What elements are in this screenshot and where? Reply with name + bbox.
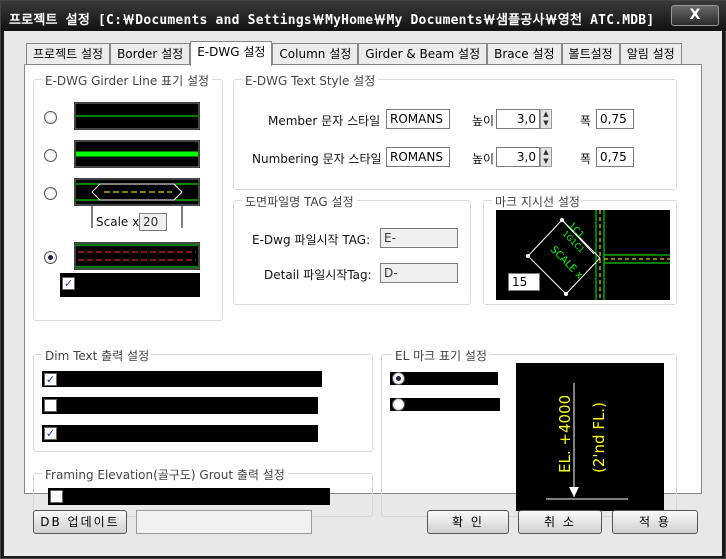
- detail-tag-label: Detail 파일시작Tag:: [264, 268, 372, 282]
- tab-border[interactable]: Border 설정: [110, 43, 191, 65]
- scale-label: Scale x: [96, 215, 140, 229]
- member-height-label: 높이: [472, 114, 495, 128]
- numbering-height-input[interactable]: 3,0: [496, 147, 540, 167]
- mark-group: 마크 지시선 설정 1C1 1G1C1 SCALE x 15: [483, 193, 677, 305]
- girder-line-check-row: [60, 273, 200, 297]
- tab-bolt[interactable]: 볼트설정: [561, 43, 620, 65]
- girder-line-option-2[interactable]: [44, 149, 57, 162]
- dim-text-group: Dim Text 출력 설정 ✓ ✓: [33, 347, 373, 452]
- window-title: 프로젝트 설정 [C:￦Documents and Settings￦MyHom…: [9, 13, 655, 28]
- dim-text-group-title: Dim Text 출력 설정: [42, 347, 153, 364]
- girder-line-group-title: E-DWG Girder Line 표기 설정: [42, 72, 213, 89]
- el-mark-row-2: [390, 398, 500, 411]
- girder-line-option-4[interactable]: [44, 251, 57, 264]
- cancel-button[interactable]: 취 소: [518, 510, 602, 534]
- el-mark-group-title: EL 마크 표기 설정: [392, 347, 490, 364]
- db-update-button[interactable]: DB 업데이트: [33, 510, 127, 534]
- edwg-tag-input[interactable]: E-: [380, 228, 458, 248]
- tab-column[interactable]: Column 설정: [272, 43, 359, 65]
- tag-group: 도면파일명 TAG 설정 E-Dwg 파일시작 TAG: E- Detail 파…: [233, 193, 471, 305]
- girder-line-check[interactable]: ✓: [62, 277, 75, 290]
- member-height-input[interactable]: 3,0: [496, 109, 540, 129]
- edwg-settings-panel: E-DWG Girder Line 표기 설정 Scale x 20 ✓ E-D…: [24, 64, 702, 517]
- ok-button[interactable]: 확 인: [427, 510, 509, 534]
- tab-project[interactable]: 프로젝트 설정: [26, 43, 111, 65]
- framing-group-title: Framing Elevation(골구도) Grout 출력 설정: [42, 466, 288, 483]
- apply-button[interactable]: 적 용: [612, 510, 698, 534]
- el-mark-group: EL 마크 표기 설정 EL. +4000 (2'nd FL.): [381, 347, 677, 517]
- numbering-style-input[interactable]: ROMANS: [386, 147, 450, 167]
- framing-check[interactable]: [50, 490, 63, 503]
- title-bar[interactable]: 프로젝트 설정 [C:￦Documents and Settings￦MyHom…: [1, 1, 726, 31]
- tag-group-title: 도면파일명 TAG 설정: [242, 193, 357, 210]
- el-mark-line-2: (2'nd FL.): [590, 402, 608, 473]
- numbering-style-label: Numbering 문자 스타일: [252, 152, 382, 166]
- dim-text-check-3[interactable]: ✓: [44, 427, 57, 440]
- tab-girder-beam[interactable]: Girder & Beam 설정: [358, 43, 488, 65]
- status-box: [136, 510, 312, 534]
- el-mark-row-1: [390, 372, 498, 385]
- tab-alert[interactable]: 알림 설정: [619, 43, 682, 65]
- text-style-group: E-DWG Text Style 설정 Member 문자 스타일 ROMANS…: [233, 72, 677, 190]
- dim-text-row-2: [42, 397, 318, 414]
- tab-bar: 프로젝트 설정 Border 설정 E-DWG 설정 Column 설정 Gir…: [26, 41, 682, 66]
- tab-edwg[interactable]: E-DWG 설정: [190, 41, 273, 66]
- member-height-spinner[interactable]: ▲ ▼: [540, 109, 552, 129]
- detail-tag-input[interactable]: D-: [380, 263, 458, 283]
- member-style-label: Member 문자 스타일: [268, 114, 381, 128]
- close-button[interactable]: X: [671, 5, 719, 26]
- mark-value-input[interactable]: 15: [508, 273, 540, 291]
- girder-line-option-1[interactable]: [44, 111, 57, 124]
- girder-line-preview-4: [74, 242, 200, 270]
- member-width-label: 폭: [580, 114, 592, 128]
- el-mark-option-1[interactable]: [392, 372, 405, 385]
- dim-text-check-1[interactable]: ✓: [44, 373, 57, 386]
- mark-group-title: 마크 지시선 설정: [492, 193, 583, 210]
- girder-line-preview-3: [74, 178, 200, 206]
- numbering-height-label: 높이: [472, 152, 495, 166]
- girder-line-preview-2: [74, 140, 200, 168]
- text-style-group-title: E-DWG Text Style 설정: [242, 72, 379, 89]
- girder-line-option-3[interactable]: [44, 187, 57, 200]
- framing-row: [48, 488, 330, 505]
- el-mark-option-2[interactable]: [392, 398, 405, 411]
- member-width-input[interactable]: 0,75: [596, 109, 634, 129]
- numbering-width-label: 폭: [580, 152, 592, 166]
- numbering-height-spinner[interactable]: ▲ ▼: [540, 147, 552, 167]
- tab-brace[interactable]: Brace 설정: [487, 43, 562, 65]
- dim-text-row-1: [42, 371, 322, 387]
- edwg-tag-label: E-Dwg 파일시작 TAG:: [252, 233, 371, 247]
- dim-text-row-3: [42, 425, 318, 442]
- member-style-input[interactable]: ROMANS: [386, 109, 450, 129]
- el-mark-preview: EL. +4000 (2'nd FL.): [516, 363, 664, 511]
- scale-input[interactable]: 20: [139, 213, 167, 231]
- project-settings-window: 프로젝트 설정 [C:￦Documents and Settings￦MyHom…: [0, 0, 726, 559]
- dialog-client: 프로젝트 설정 Border 설정 E-DWG 설정 Column 설정 Gir…: [4, 31, 722, 556]
- girder-line-preview-1: [74, 102, 200, 130]
- dim-text-check-2[interactable]: [44, 399, 57, 412]
- girder-line-group: E-DWG Girder Line 표기 설정 Scale x 20 ✓: [33, 72, 223, 321]
- el-mark-line-1: EL. +4000: [556, 395, 574, 473]
- numbering-width-input[interactable]: 0,75: [596, 147, 634, 167]
